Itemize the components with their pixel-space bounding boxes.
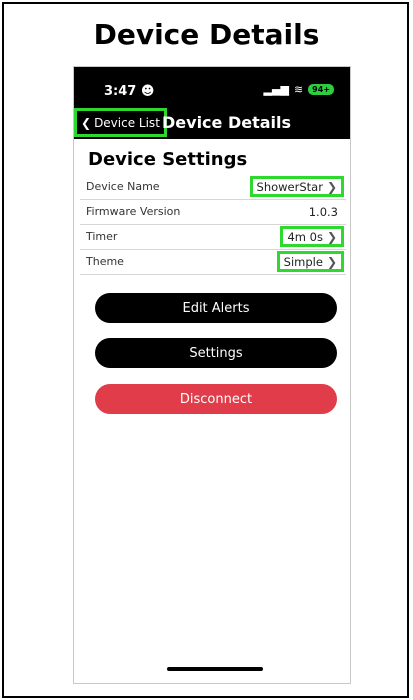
firmware-value: 1.0.3 xyxy=(308,204,338,219)
back-button[interactable]: ❮ Device List xyxy=(74,108,167,137)
row-label: Theme xyxy=(86,255,124,268)
chevron-right-icon: ❯ xyxy=(326,229,337,244)
nav-bar: ❮ Device List Device Details xyxy=(74,108,350,139)
back-label: Device List xyxy=(94,115,160,130)
setting-row-timer[interactable]: Timer 4m 0s ❯ xyxy=(80,225,346,250)
status-time: 3:47 ☻ xyxy=(104,84,155,99)
chevron-right-icon: ❯ xyxy=(326,254,337,269)
page-title: Device Details xyxy=(93,18,320,51)
row-label: Device Name xyxy=(86,180,160,193)
setting-row-theme[interactable]: Theme Simple ❯ xyxy=(80,250,346,275)
battery-icon: 94+ xyxy=(308,84,334,95)
wifi-icon: ≋ xyxy=(293,83,304,96)
row-label: Timer xyxy=(86,230,118,243)
theme-value[interactable]: Simple ❯ xyxy=(276,251,344,272)
status-icons: ▂▄▆ ≋ 94+ xyxy=(264,83,334,96)
signal-icon: ▂▄▆ xyxy=(263,83,289,96)
setting-row-device-name[interactable]: Device Name ShowerStar ❯ xyxy=(80,175,346,200)
chevron-right-icon: ❯ xyxy=(326,179,337,194)
home-indicator xyxy=(167,667,263,671)
status-bar: 3:47 ☻ ▂▄▆ ≋ 94+ xyxy=(74,67,350,111)
settings-button[interactable]: Settings xyxy=(95,338,337,368)
row-label: Firmware Version xyxy=(86,205,181,218)
phone-screen: 3:47 ☻ ▂▄▆ ≋ 94+ ❮ Device List Device De… xyxy=(73,66,351,684)
emoji-icon: ☻ xyxy=(140,84,155,99)
nav-title: Device Details xyxy=(162,113,292,132)
edit-alerts-button[interactable]: Edit Alerts xyxy=(95,293,337,323)
setting-row-firmware: Firmware Version 1.0.3 xyxy=(80,200,346,225)
chevron-left-icon: ❮ xyxy=(81,115,92,130)
device-name-value[interactable]: ShowerStar ❯ xyxy=(249,176,344,197)
disconnect-button[interactable]: Disconnect xyxy=(95,384,337,414)
section-title: Device Settings xyxy=(88,149,248,170)
timer-value[interactable]: 4m 0s ❯ xyxy=(280,226,344,247)
